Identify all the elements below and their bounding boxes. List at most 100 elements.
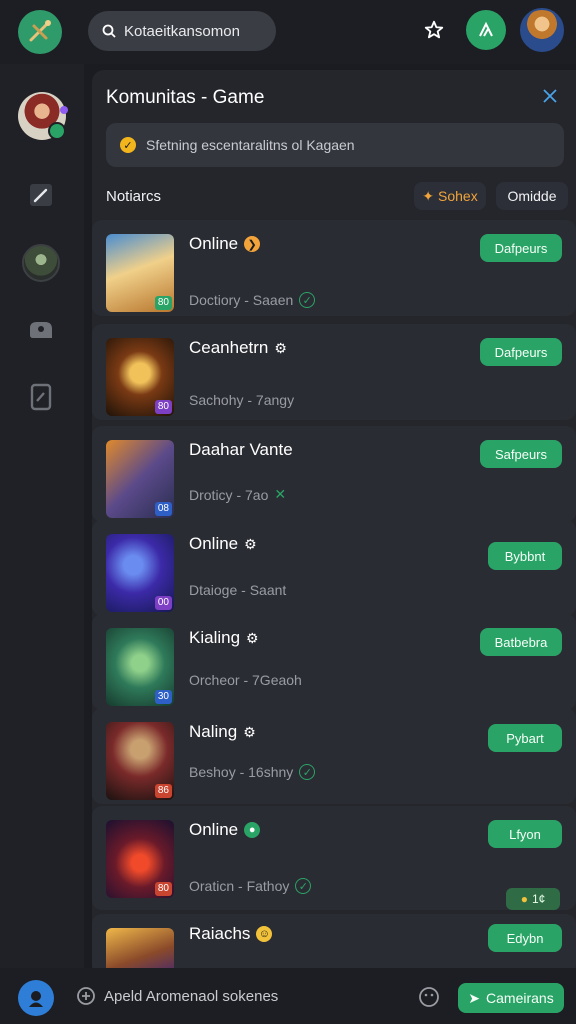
check-circle-icon: ✓ [295,878,312,894]
row-title: Online ❯ [189,234,261,254]
notice-text: Sfetning escentaralitns ol Kagaen [146,137,355,153]
list-item[interactable]: 80 Online ❯ Doctiory - Saaen ✓ Dafpeurs [92,220,576,316]
game-thumbnail: 80 [106,338,174,416]
thumbnail-tag: 80 [154,882,172,896]
game-thumbnail: 30 [106,628,174,706]
gear-icon: ⚙ [243,723,256,740]
chat-bubble-icon [30,322,52,338]
green-chat-icon: ● [244,822,261,838]
emoji-icon[interactable] [418,986,440,1008]
row-action-button[interactable]: Bybbnt [488,542,562,570]
thumbnail-tag: 86 [154,784,172,798]
list-item[interactable]: 00 Online ⚙ Dtaioge - Saant Bybbnt [92,520,576,616]
document-icon [30,383,52,411]
orange-chevron-icon: ❯ [244,236,261,252]
row-title: Naling ⚙ [189,722,256,742]
count-badge-text: 1¢ [531,892,546,906]
filter-chip[interactable]: Omidde [496,182,568,210]
game-thumbnail: 80 [106,820,174,898]
message-input[interactable]: Apeld Aromenaol sokenes [104,988,278,1005]
row-action-button[interactable]: Dafpeurs [480,338,562,366]
community-button[interactable] [466,10,506,50]
sidebar-item-document[interactable] [26,382,56,412]
row-title: Online ● [189,820,261,840]
game-thumbnail: 80 [106,234,174,312]
sidebar-item-chat[interactable] [26,316,56,346]
row-subtitle-text: Dtaioge - Saant [189,582,287,598]
row-subtitle-text: Sachohy - 7angy [189,392,295,408]
row-action-button[interactable]: Lfyon [488,820,562,848]
search-bar[interactable]: Kotaeitkansomon [88,11,276,51]
row-action-button[interactable]: Edybn [488,924,562,952]
list-item[interactable]: Raiachs ☺ Edybn [92,914,576,974]
row-subtitle-text: Droticy - 7ao [189,486,269,503]
sidebar-item-game-avatar[interactable] [22,244,60,282]
list-item[interactable]: 30 Kialing ⚙ Orcheor - 7Geaoh Batbebra [92,614,576,710]
thumbnail-tag: 08 [154,502,172,516]
bottom-bar: Apeld Aromenaol sokenes ➤ Cameirans [0,968,576,1024]
row-title-text: Online [189,820,239,839]
row-subtitle: Sachohy - 7angy [189,392,294,408]
thumbnail-tag: 80 [154,296,172,310]
notice-banner[interactable]: ✓ Sfetning escentaralitns ol Kagaen [106,123,564,167]
list-item[interactable]: 86 Naling ⚙ Beshoy - 16shny ✓ Pybart [92,708,576,804]
thumbnail-tag: 30 [154,690,172,704]
send-arrow-icon: ➤ [468,989,481,1006]
search-input[interactable]: Kotaeitkansomon [124,23,240,40]
online-badge [48,122,66,140]
top-bar: Kotaeitkansomon [0,0,576,64]
row-title: Ceanhetrn ⚙ [189,338,287,358]
search-icon [102,24,116,38]
user-avatar[interactable] [520,8,564,52]
row-subtitle: Oraticn - Fathoy ✓ [189,878,312,894]
row-subtitle: Droticy - 7ao ✕ [189,486,286,503]
close-icon [543,89,557,103]
favorite-button[interactable] [420,16,448,44]
row-title-text: Ceanhetrn [189,338,269,357]
thumbnail-tag: 80 [154,400,172,414]
row-title: Online ⚙ [189,534,257,554]
sidebar-item-edit[interactable] [26,180,56,210]
sidebar [0,64,84,968]
row-title-text: Kialing [189,628,241,647]
info-icon: ✓ [120,137,136,153]
triangle-icon [479,21,493,37]
composer-avatar[interactable] [18,980,54,1016]
row-action-button[interactable]: Dafpeurs [480,234,562,262]
row-subtitle: Dtaioge - Saant [189,582,286,598]
row-subtitle-text: Beshoy - 16shny [189,764,294,780]
close-button[interactable] [540,86,560,106]
green-x-icon: ✕ [274,486,287,502]
pencil-icon [30,184,52,206]
app-logo[interactable] [18,10,62,54]
row-title: Daahar Vante [189,440,293,460]
row-title-text: Online [189,534,239,553]
game-thumbnail: 86 [106,722,174,800]
row-title-text: Online [189,234,239,253]
add-icon[interactable] [76,986,96,1006]
row-subtitle: Doctiory - Saaen ✓ [189,292,316,308]
gear-icon: ⚙ [274,339,287,356]
row-action-button[interactable]: Pybart [488,724,562,752]
count-badge: ● 1¢ [506,888,560,910]
list-item[interactable]: 80 Ceanhetrn ⚙ Sachohy - 7angy Dafpeurs [92,324,576,420]
row-action-button[interactable]: Safpeurs [480,440,562,468]
crossbow-icon [29,20,51,42]
list-item[interactable]: 80 Online ● Oraticn - Fathoy ✓ Lfyon ● 1… [92,806,576,910]
star-icon [424,20,444,39]
row-subtitle-text: Oraticn - Fathoy [189,878,290,894]
sort-chip-label: Sohex [438,188,478,204]
panel-title: Komunitas - Game [106,87,265,108]
row-subtitle-text: Orcheor - 7Geaoh [189,672,302,688]
send-button[interactable]: ➤ Cameirans [458,983,564,1013]
row-action-button[interactable]: Batbebra [480,628,562,656]
filter-chip-label: Omidde [507,188,557,204]
thumbnail-tag: 00 [154,596,172,610]
sort-chip[interactable]: ✦ Sohex [414,182,486,210]
ninja-icon [29,991,43,1007]
list-item[interactable]: 08 Daahar Vante Droticy - 7ao ✕ Safpeurs [92,426,576,522]
row-subtitle-text: Doctiory - Saaen [189,292,294,308]
row-title-text: Daahar Vante [189,440,293,459]
row-title: Kialing ⚙ [189,628,259,648]
check-circle-icon: ✓ [299,292,316,308]
